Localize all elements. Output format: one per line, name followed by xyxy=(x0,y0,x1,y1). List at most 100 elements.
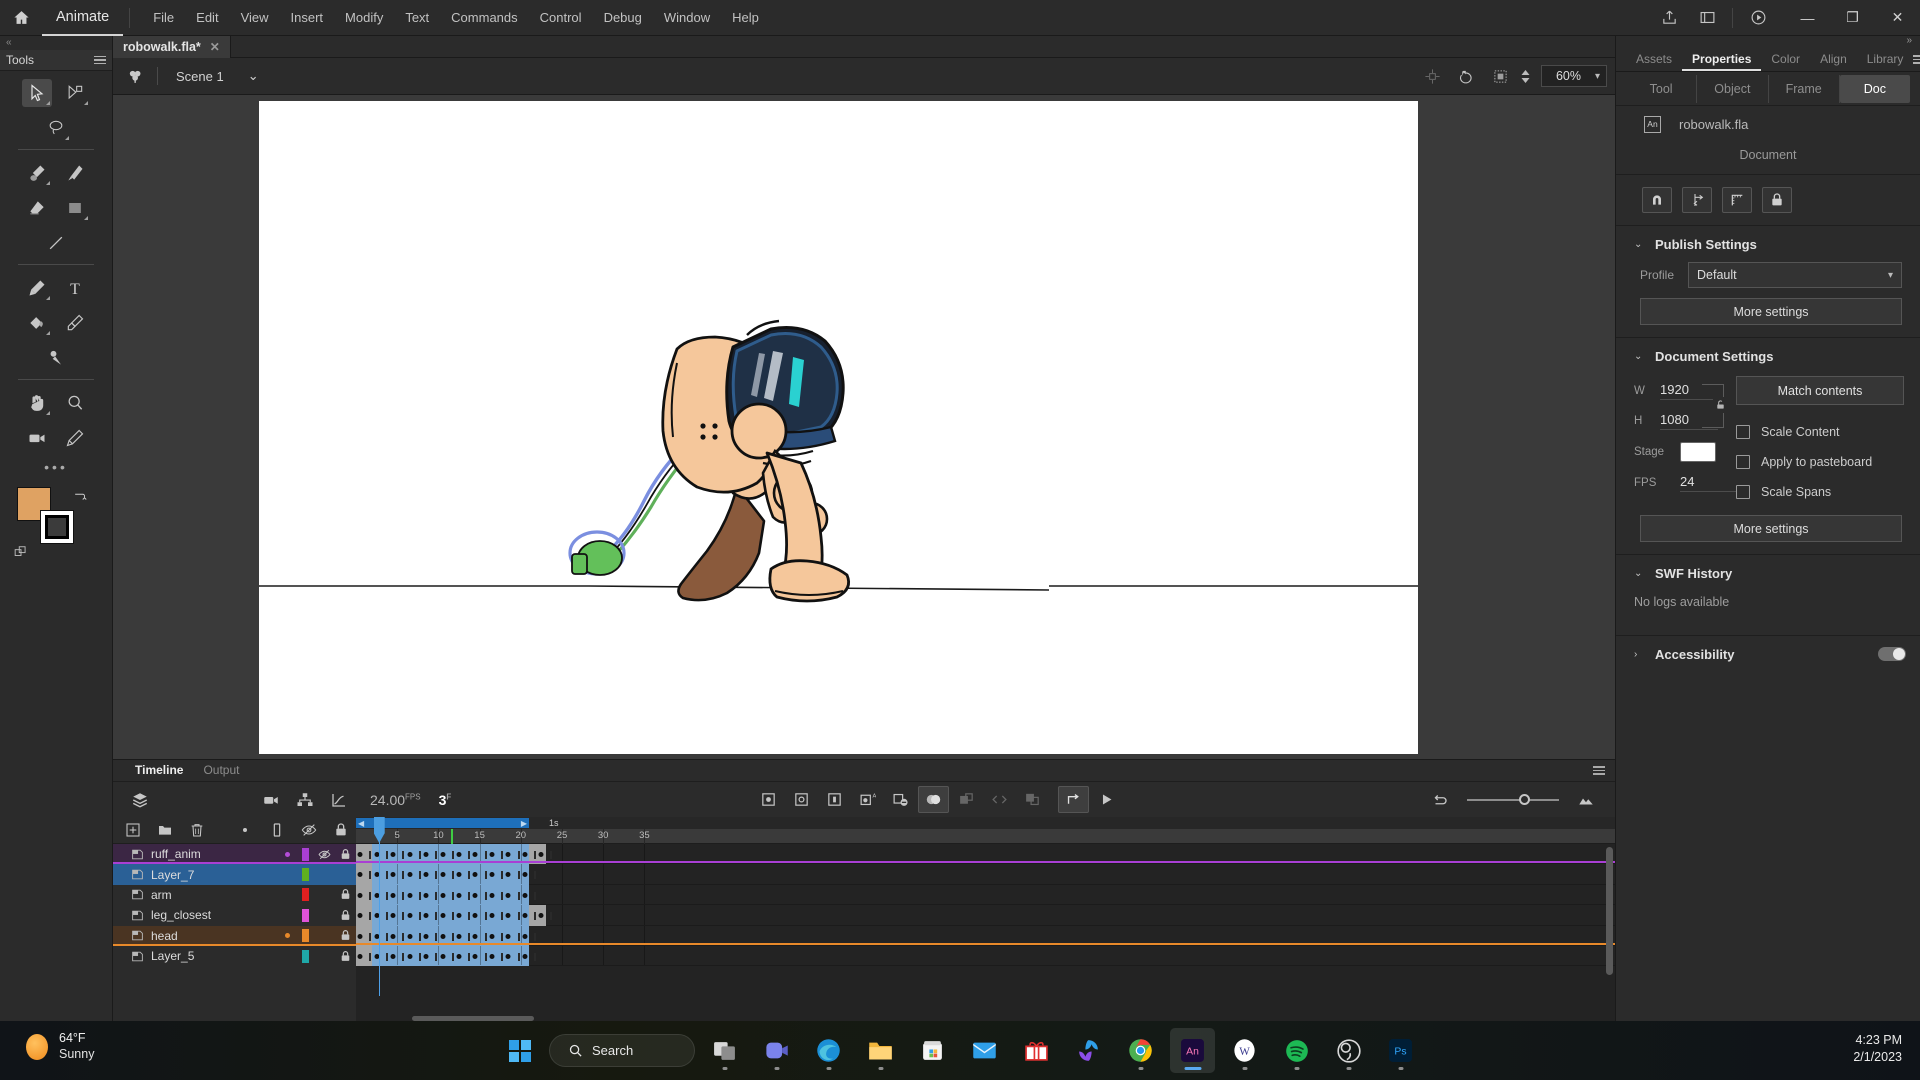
tab-assets[interactable]: Assets xyxy=(1626,47,1682,71)
layer-color-chip[interactable] xyxy=(296,908,314,922)
add-layer-icon[interactable] xyxy=(123,821,142,840)
layer-row-Layer_7[interactable]: Layer_7 xyxy=(113,864,356,885)
layer-lock-icon[interactable] xyxy=(334,950,356,963)
insert-keyframe-icon[interactable] xyxy=(753,786,784,813)
range-start-handle[interactable]: ◀ xyxy=(358,819,364,828)
default-colors-icon[interactable] xyxy=(14,545,28,562)
weather-widget[interactable]: 64°F Sunny xyxy=(26,1031,94,1062)
frame-row[interactable] xyxy=(356,925,1615,946)
tab-color[interactable]: Color xyxy=(1761,47,1810,71)
parenting-view-icon[interactable] xyxy=(288,786,322,814)
tab-library[interactable]: Library xyxy=(1857,47,1914,71)
insert-frame-icon[interactable] xyxy=(819,786,850,813)
menu-modify[interactable]: Modify xyxy=(334,0,394,36)
photoshop-icon[interactable]: Ps xyxy=(1378,1028,1423,1073)
camera-icon[interactable] xyxy=(254,786,288,814)
layer-name[interactable]: head xyxy=(151,929,278,943)
menu-file[interactable]: File xyxy=(142,0,185,36)
lock-icon[interactable] xyxy=(331,821,350,840)
gift-icon[interactable] xyxy=(1014,1028,1059,1073)
animate-icon[interactable]: An xyxy=(1170,1028,1215,1073)
word-icon[interactable]: W xyxy=(1222,1028,1267,1073)
zoom-level-selector[interactable]: 60% ▾ xyxy=(1540,65,1607,87)
file-explorer-icon[interactable] xyxy=(858,1028,903,1073)
frame-ruler[interactable]: 5 10 15 20 25 30 35 1s xyxy=(356,818,1615,844)
loop-playback-icon[interactable] xyxy=(1058,786,1089,813)
snap-align-icon[interactable] xyxy=(1682,187,1712,213)
layer-lock-icon[interactable] xyxy=(334,929,356,942)
layer-name[interactable]: leg_closest xyxy=(151,908,278,922)
layer-color-chip[interactable] xyxy=(296,929,314,943)
reset-zoom-icon[interactable] xyxy=(1423,786,1457,814)
rectangle-tool[interactable] xyxy=(60,194,90,222)
zoom-tool[interactable] xyxy=(60,389,90,417)
apply-to-pasteboard-row[interactable]: Apply to pasteboard xyxy=(1736,447,1904,477)
stage-color-swatch[interactable] xyxy=(1680,442,1716,462)
mail-icon[interactable] xyxy=(962,1028,1007,1073)
clock[interactable]: 4:23 PM 2/1/2023 xyxy=(1853,1032,1902,1066)
layer-row-head[interactable]: head xyxy=(113,925,356,946)
snap-icon[interactable] xyxy=(1642,187,1672,213)
onion-dot-icon[interactable] xyxy=(278,851,296,857)
eyedropper-tool[interactable] xyxy=(60,309,90,337)
swap-colors-icon[interactable] xyxy=(74,489,88,506)
paint-bucket-tool[interactable] xyxy=(22,309,52,337)
eraser-tool[interactable] xyxy=(22,194,52,222)
start-icon[interactable] xyxy=(497,1028,542,1073)
home-icon[interactable] xyxy=(0,0,42,36)
onion-dot-icon[interactable] xyxy=(235,821,254,840)
stroke-color-swatch[interactable] xyxy=(40,510,74,544)
lasso-tool[interactable] xyxy=(41,114,71,142)
layer-color-chip[interactable] xyxy=(296,847,314,861)
layer-row-leg_closest[interactable]: leg_closest xyxy=(113,905,356,925)
share-icon[interactable] xyxy=(1650,0,1688,36)
timeline-zoom-slider[interactable] xyxy=(1467,793,1559,805)
aspect-lock-icon[interactable] xyxy=(1713,397,1727,413)
clip-content-icon[interactable] xyxy=(1486,62,1516,90)
create-classic-tween-icon[interactable]: A xyxy=(852,786,883,813)
close-button[interactable]: ✕ xyxy=(1875,0,1920,36)
onion-skin-icon[interactable] xyxy=(918,786,949,813)
bone-tool[interactable] xyxy=(41,344,71,372)
panel-collapse-icon[interactable]: » xyxy=(1616,36,1920,46)
frame-row[interactable] xyxy=(356,884,1615,906)
tools-menu-icon[interactable] xyxy=(94,55,106,65)
profile-select[interactable]: Default ▾ xyxy=(1688,262,1902,288)
maximize-button[interactable]: ❐ xyxy=(1830,0,1875,36)
spotify-icon[interactable] xyxy=(1274,1028,1319,1073)
document-tab[interactable]: robowalk.fla* ✕ xyxy=(113,35,231,58)
frame-picker-icon[interactable] xyxy=(951,786,982,813)
timeline-fps-value[interactable]: 24.00FPS xyxy=(370,792,421,808)
insert-blank-keyframe-icon[interactable] xyxy=(786,786,817,813)
scene-icon[interactable] xyxy=(121,62,149,90)
tab-frame[interactable]: Frame xyxy=(1769,74,1840,103)
edge-icon[interactable] xyxy=(806,1028,851,1073)
scale-content-row[interactable]: Scale Content xyxy=(1736,417,1904,447)
minimize-button[interactable]: — xyxy=(1785,0,1830,36)
layer-depth-icon[interactable] xyxy=(123,786,157,814)
playhead[interactable] xyxy=(373,817,385,997)
task-view-icon[interactable] xyxy=(702,1028,747,1073)
playback-range-bar[interactable]: ◀ ▶ xyxy=(356,817,1615,829)
menu-view[interactable]: View xyxy=(230,0,280,36)
publish-settings-header[interactable]: ⌄ Publish Settings xyxy=(1616,226,1920,262)
document-settings-header[interactable]: ⌄ Document Settings xyxy=(1616,338,1920,374)
remove-tween-icon[interactable] xyxy=(885,786,916,813)
document-more-settings-button[interactable]: More settings xyxy=(1640,515,1902,542)
layer-name[interactable]: Layer_7 xyxy=(151,868,278,882)
selection-tool[interactable] xyxy=(22,79,52,107)
scale-spans-checkbox[interactable] xyxy=(1736,485,1750,499)
layer-row-arm[interactable]: arm xyxy=(113,885,356,905)
match-contents-button[interactable]: Match contents xyxy=(1736,376,1904,405)
pen-tool[interactable] xyxy=(22,274,52,302)
frame-row[interactable] xyxy=(356,945,1615,967)
layer-name[interactable]: ruff_anim xyxy=(151,847,278,861)
frame-grid[interactable] xyxy=(356,844,1615,967)
layer-color-chip[interactable] xyxy=(296,888,314,902)
chrome-icon[interactable] xyxy=(1118,1028,1163,1073)
range-end-handle[interactable]: ▶ xyxy=(521,819,527,828)
free-transform-tool[interactable] xyxy=(60,79,90,107)
scene-selector[interactable]: Scene 1 ⌄ xyxy=(166,68,259,84)
layer-name[interactable]: arm xyxy=(151,888,278,902)
menu-help[interactable]: Help xyxy=(721,0,770,36)
